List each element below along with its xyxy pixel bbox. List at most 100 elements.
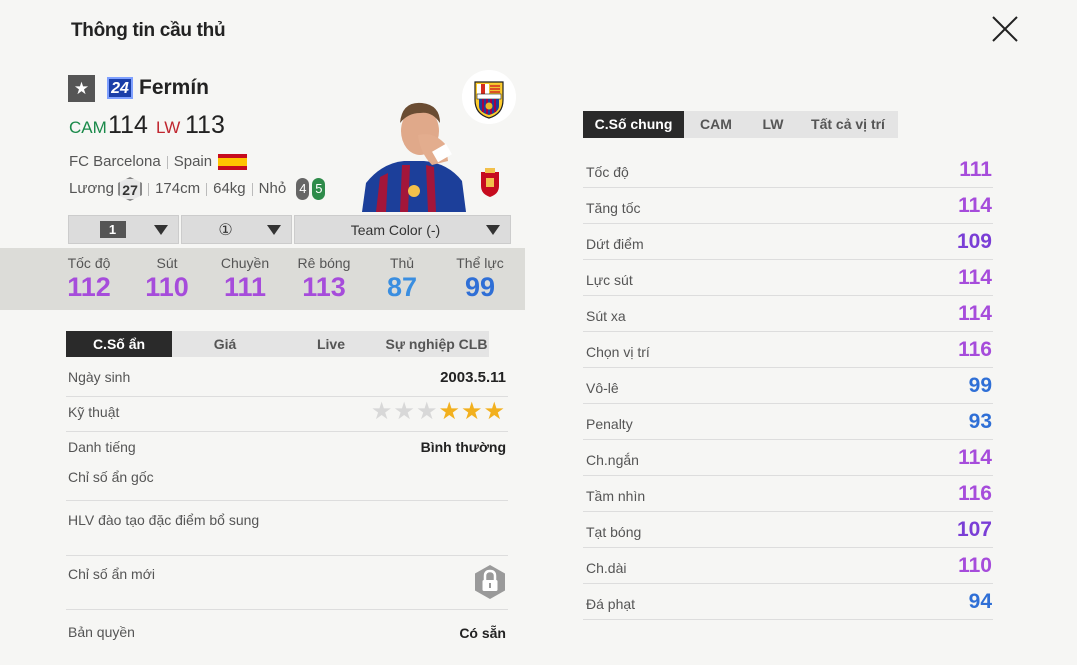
stat-value: 109 xyxy=(956,230,992,253)
player-name: Fermín xyxy=(139,76,210,99)
tab-club-career[interactable]: Sự nghiệp CLB xyxy=(384,331,489,357)
stat-label: Ch.dài xyxy=(586,560,627,576)
rights-value: Có sẵn xyxy=(459,625,506,641)
stat-label: Tốc độ xyxy=(586,164,629,180)
body-type: Nhỏ xyxy=(258,179,287,197)
tab-price[interactable]: Giá xyxy=(172,331,278,357)
level-value: 1 xyxy=(99,221,126,238)
stat-label: Ch.ngắn xyxy=(586,452,639,468)
summary-label: Sút xyxy=(156,255,178,271)
nation-name: Spain xyxy=(173,153,213,170)
star-filled-icon: ★ xyxy=(460,398,484,425)
stat-label: Tạt bóng xyxy=(586,524,642,540)
stat-value: 99 xyxy=(968,374,992,397)
team-color-value: Team Color (-) xyxy=(350,221,441,238)
row-technique: Kỹ thuật ★★★★★★ xyxy=(66,397,508,432)
stat-value: 93 xyxy=(968,410,992,433)
stat-row: Tầm nhìn 116 xyxy=(583,476,993,512)
stat-value: 94 xyxy=(968,590,992,613)
stat-label: Sút xa xyxy=(586,308,626,324)
summary-value: 99 xyxy=(464,272,496,302)
page-title: Thông tin cầu thủ xyxy=(71,20,226,41)
info-tabs: C.Số ẩn Giá Live Sự nghiệp CLB xyxy=(66,331,489,357)
fc-barcelona-crest-icon xyxy=(462,70,516,124)
club-nation-line: FC Barcelona Spain xyxy=(69,153,248,171)
summary-value: 111 xyxy=(223,272,267,302)
tab-lw[interactable]: LW xyxy=(748,111,798,138)
stat-row: Vô-lê 99 xyxy=(583,368,993,404)
position-primary: CAM xyxy=(69,118,107,137)
stat-label: Dứt điểm xyxy=(586,236,644,252)
star-filled-icon: ★ xyxy=(483,398,506,425)
favorite-star-icon[interactable]: ★ xyxy=(68,75,95,102)
tab-hidden-stats[interactable]: C.Số ẩn xyxy=(66,331,172,357)
row-birth: Ngày sinh 2003.5.11 xyxy=(66,362,508,397)
summary-label: Thủ xyxy=(389,255,415,271)
position-primary-ovr: 114 xyxy=(108,111,148,139)
stat-row: Sút xa 114 xyxy=(583,296,993,332)
summary-passing: Chuyền 111 xyxy=(215,255,275,303)
tab-cam[interactable]: CAM xyxy=(684,111,748,138)
stat-value: 116 xyxy=(958,338,992,361)
summary-value: 113 xyxy=(302,272,346,302)
spain-flag-icon xyxy=(218,154,248,171)
tab-live[interactable]: Live xyxy=(278,331,384,357)
position-secondary: LW xyxy=(156,118,181,137)
hidden-original-label: Chỉ số ẩn gốc xyxy=(68,469,154,485)
summary-value: 112 xyxy=(67,272,111,302)
stat-label: Đá phạt xyxy=(586,596,636,612)
stat-row: Lực sút 114 xyxy=(583,260,993,296)
weight: 64kg xyxy=(213,179,246,197)
stat-label: Lực sút xyxy=(586,272,633,288)
team-color-dropdown[interactable]: Team Color (-) xyxy=(294,215,511,244)
position-tabs: C.Số chung CAM LW Tất cả vị trí xyxy=(583,111,898,138)
stat-row: Chọn vị trí 116 xyxy=(583,332,993,368)
stat-label: Chọn vị trí xyxy=(586,344,650,360)
stat-label: Vô-lê xyxy=(586,380,619,396)
chevron-down-icon xyxy=(267,225,281,235)
stat-row: Penalty 93 xyxy=(583,404,993,440)
tab-all-positions[interactable]: Tất cả vị trí xyxy=(798,111,898,138)
tab-general-stats[interactable]: C.Số chung xyxy=(583,111,684,138)
chevron-down-icon xyxy=(154,225,168,235)
close-icon[interactable] xyxy=(988,12,1022,46)
stat-row: Ch.dài 110 xyxy=(583,548,993,584)
player-portrait-image xyxy=(362,102,466,212)
summary-label: Tốc độ xyxy=(67,255,111,271)
reputation-value: Bình thường xyxy=(420,439,506,455)
stat-value: 114 xyxy=(958,266,992,289)
star-empty-icon: ★ xyxy=(370,398,394,425)
row-rights: Bản quyền Có sẵn xyxy=(66,610,508,650)
stat-row: Tạt bóng 107 xyxy=(583,512,993,548)
boost-value: ① xyxy=(218,221,233,239)
reputation-label: Danh tiếng xyxy=(68,439,136,455)
hidden-new-label: Chỉ số ẩn mới xyxy=(68,566,155,582)
stat-value: 111 xyxy=(959,158,992,181)
row-hidden-original: Chỉ số ẩn gốc xyxy=(66,462,508,501)
rights-label: Bản quyền xyxy=(68,624,135,640)
technique-label: Kỹ thuật xyxy=(68,404,120,420)
club-name: FC Barcelona xyxy=(69,153,161,170)
position-secondary-ovr: 113 xyxy=(185,111,225,139)
stat-row: Tăng tốc 114 xyxy=(583,188,993,224)
boost-dropdown[interactable]: ① xyxy=(181,215,292,244)
stat-value: 114 xyxy=(958,446,992,469)
chevron-down-icon xyxy=(486,225,500,235)
summary-value: 87 xyxy=(386,272,418,302)
summary-label: Rê bóng xyxy=(297,255,351,271)
star-filled-icon: ★ xyxy=(438,398,461,425)
stat-value: 116 xyxy=(958,482,992,505)
skill-badge: 5 xyxy=(312,178,326,200)
summary-value: 110 xyxy=(145,272,189,302)
star-empty-icon: ★ xyxy=(393,398,416,425)
spain-federation-crest-icon xyxy=(481,168,499,197)
physical-line: Lương 27 174cm 64kg Nhỏ 45 xyxy=(69,177,326,201)
level-dropdown[interactable]: 1 xyxy=(68,215,179,244)
stat-row: Tốc độ 111 xyxy=(583,152,993,188)
technique-stars: ★★★★★★ xyxy=(371,397,506,426)
stat-value: 110 xyxy=(958,554,992,577)
salary-label: Lương xyxy=(69,179,114,197)
stat-label: Tầm nhìn xyxy=(586,488,646,504)
coach-label: HLV đào tạo đặc điểm bổ sung xyxy=(68,512,260,528)
stat-value: 114 xyxy=(958,194,992,217)
